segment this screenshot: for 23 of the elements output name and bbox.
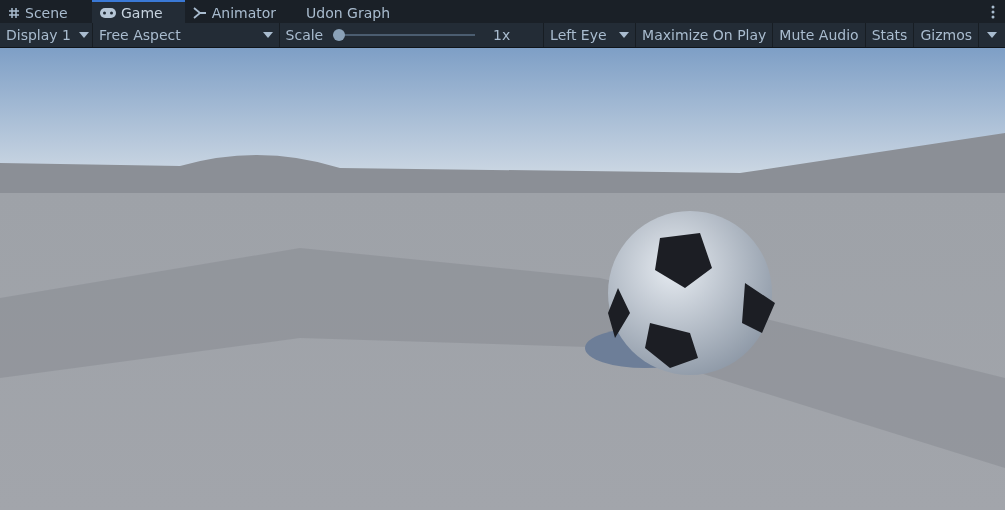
aspect-dropdown[interactable]: Free Aspect <box>93 23 280 47</box>
tab[interactable]: Animator <box>184 0 299 23</box>
tab[interactable]: Udon Graph <box>298 0 413 23</box>
more-options-icon[interactable] <box>991 4 995 19</box>
scale-reading: 1x <box>493 27 512 43</box>
eye-dropdown[interactable]: Left Eye <box>544 23 637 47</box>
caret-icon <box>78 32 89 38</box>
slider-thumb[interactable] <box>333 29 346 41</box>
caret-icon <box>987 32 997 38</box>
tab[interactable]: Game <box>92 0 185 23</box>
gizmos-button[interactable]: Gizmos <box>914 23 979 47</box>
toggle-button[interactable]: Mute Audio <box>773 23 866 47</box>
toggle-button[interactable]: Maximize On Play <box>636 23 774 47</box>
branch-icon <box>192 6 207 19</box>
toggle-button[interactable]: Stats <box>865 23 915 47</box>
tab[interactable]: Scene <box>0 0 92 23</box>
scale-label: Scale <box>285 27 324 43</box>
display-dropdown[interactable]: Display 1 <box>0 23 93 47</box>
gamepad-icon <box>100 7 116 18</box>
scale-slider[interactable] <box>333 29 476 41</box>
grid-icon <box>8 6 20 19</box>
caret-icon <box>619 32 630 38</box>
caret-icon <box>262 32 273 38</box>
